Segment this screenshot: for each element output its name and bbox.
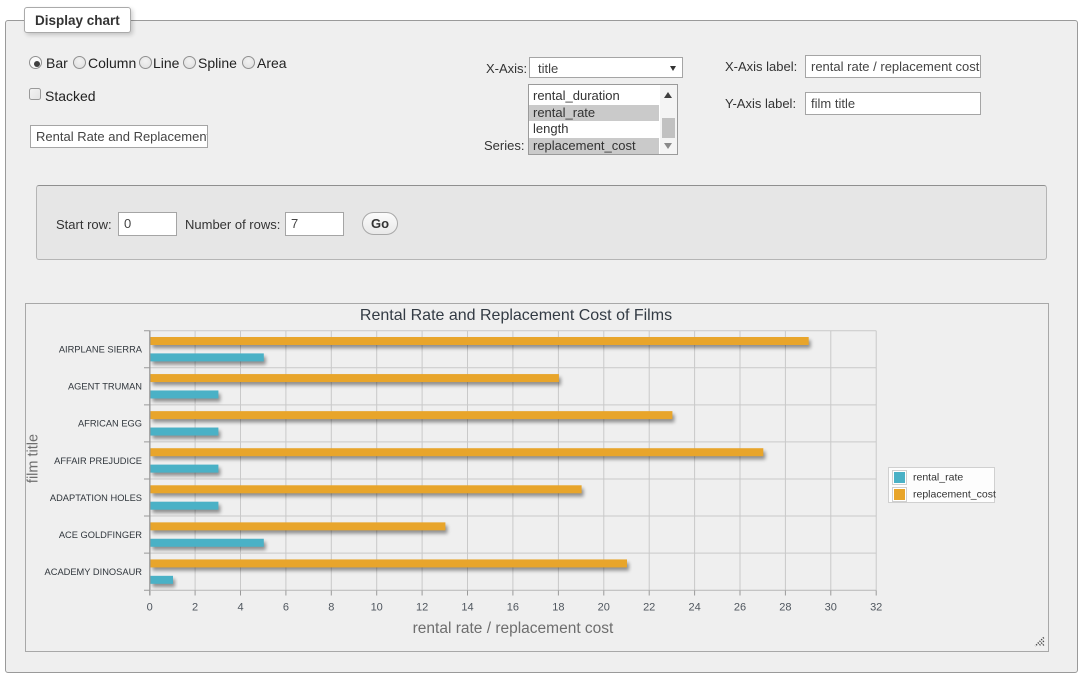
svg-text:20: 20 [598,602,610,614]
svg-text:Rental Rate and Replacement Co: Rental Rate and Replacement Cost of Film… [360,307,672,324]
svg-text:32: 32 [870,602,882,614]
svg-text:22: 22 [643,602,655,614]
svg-text:28: 28 [779,602,791,614]
svg-text:AFFAIR PREJUDICE: AFFAIR PREJUDICE [54,456,142,466]
svg-text:AIRPLANE SIERRA: AIRPLANE SIERRA [59,345,143,355]
svg-text:rental_rate: rental_rate [913,472,963,484]
svg-text:replacement_cost: replacement_cost [913,489,996,501]
svg-text:14: 14 [461,602,473,614]
svg-text:26: 26 [734,602,746,614]
svg-text:24: 24 [688,602,700,614]
svg-text:rental rate / replacement cost: rental rate / replacement cost [413,620,614,637]
svg-text:film title: film title [26,434,42,483]
svg-text:12: 12 [416,602,428,614]
svg-text:ACE GOLDFINGER: ACE GOLDFINGER [59,530,142,540]
svg-text:AFRICAN EGG: AFRICAN EGG [78,419,142,429]
svg-text:ADAPTATION HOLES: ADAPTATION HOLES [50,493,142,503]
svg-text:18: 18 [552,602,564,614]
svg-text:6: 6 [283,602,289,614]
svg-text:AGENT TRUMAN: AGENT TRUMAN [68,382,142,392]
svg-text:30: 30 [825,602,837,614]
svg-text:ACADEMY DINOSAUR: ACADEMY DINOSAUR [45,567,143,577]
svg-text:4: 4 [237,602,243,614]
svg-text:16: 16 [507,602,519,614]
svg-text:0: 0 [147,602,153,614]
svg-text:10: 10 [371,602,383,614]
svg-text:8: 8 [328,602,334,614]
svg-text:2: 2 [192,602,198,614]
